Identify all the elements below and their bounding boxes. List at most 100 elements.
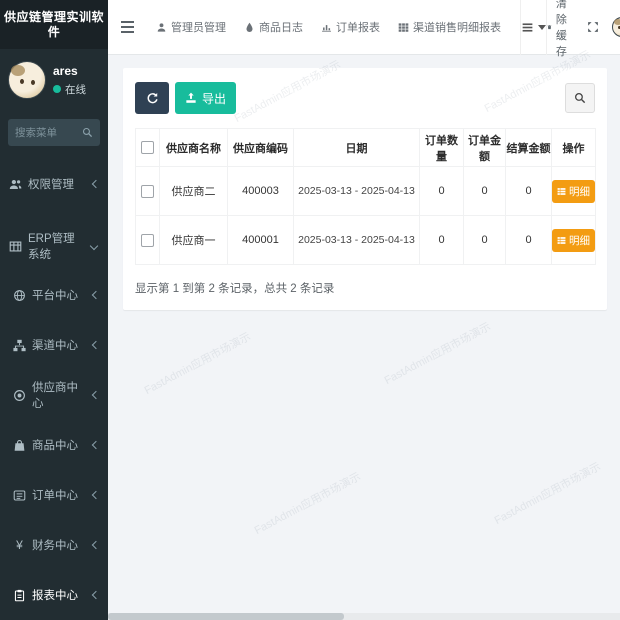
export-label: 导出 xyxy=(202,90,226,107)
sidebar-item-order-center[interactable]: 订单中心 xyxy=(0,470,108,520)
sidebar-item-label: 权限管理 xyxy=(28,176,74,192)
main-area: 管理员管理 商品日志 订单报表 渠道销售明细报表 xyxy=(108,0,620,620)
export-button[interactable]: 导出 xyxy=(175,82,236,114)
cell-supplier-code: 400003 xyxy=(228,167,294,216)
cell-order-amount: 0 xyxy=(464,167,506,216)
select-all-checkbox[interactable] xyxy=(141,141,154,154)
tab-label: 渠道销售明细报表 xyxy=(413,19,501,35)
sidebar-item-label: ERP管理系统 xyxy=(28,230,85,262)
tab-goods-log[interactable]: 商品日志 xyxy=(235,0,312,55)
nav-tabs: 管理员管理 商品日志 订单报表 渠道销售明细报表 xyxy=(147,0,510,55)
users-icon xyxy=(9,178,22,191)
cell-date: 2025-03-13 - 2025-04-13 xyxy=(294,216,420,265)
bar-chart-icon xyxy=(321,22,332,33)
user-status-label: 在线 xyxy=(65,82,86,97)
cell-supplier-name: 供应商一 xyxy=(160,216,228,265)
record-count-summary: 显示第 1 到第 2 条记录，总共 2 条记录 xyxy=(135,280,595,296)
cell-order-amount: 0 xyxy=(464,216,506,265)
table-icon xyxy=(9,240,22,253)
tint-icon xyxy=(244,22,255,33)
sidebar-item-platform-center[interactable]: 平台中心 xyxy=(0,270,108,320)
content-area: FastAdmin应用市场演示 FastAdmin应用市场演示 FastAdmi… xyxy=(108,55,620,620)
sidebar-search-input[interactable] xyxy=(15,127,78,139)
chevron-left-icon xyxy=(92,291,100,299)
topnav-avatar xyxy=(612,17,620,37)
clear-cache-button[interactable]: 清除缓存 xyxy=(547,0,574,59)
chevron-left-icon xyxy=(92,541,100,549)
tab-channel-sales-detail-report[interactable]: 渠道销售明细报表 xyxy=(389,0,510,55)
fullscreen-button[interactable] xyxy=(587,21,599,33)
sidebar-item-label: 报表中心 xyxy=(32,587,78,603)
top-navbar: 管理员管理 商品日志 订单报表 渠道销售明细报表 xyxy=(108,0,620,55)
sidebar-item-permissions[interactable]: 权限管理 xyxy=(0,160,108,208)
trash-icon xyxy=(547,21,552,33)
cell-order-qty: 0 xyxy=(420,167,464,216)
table-row: 供应商一 400001 2025-03-13 - 2025-04-13 0 0 … xyxy=(136,216,596,265)
sidebar-item-report-center[interactable]: 报表中心 xyxy=(0,570,108,620)
table-header-row: 供应商名称 供应商编码 日期 订单数量 订单金额 结算金额 操作 xyxy=(136,129,596,167)
tab-order-report[interactable]: 订单报表 xyxy=(312,0,389,55)
sidebar-item-finance-center[interactable]: ¥ 财务中心 xyxy=(0,520,108,570)
sitemap-icon xyxy=(13,339,26,352)
header-checkbox-cell xyxy=(136,129,160,167)
tab-label: 商品日志 xyxy=(259,19,303,35)
shopping-bag-icon xyxy=(13,439,26,452)
sidebar-item-supplier-center[interactable]: 供应商中心 xyxy=(0,370,108,420)
chevron-left-icon xyxy=(92,341,100,349)
col-actions: 操作 xyxy=(552,129,596,167)
detail-button[interactable]: 明细 xyxy=(552,229,595,252)
cell-supplier-name: 供应商二 xyxy=(160,167,228,216)
tab-label: 管理员管理 xyxy=(171,19,226,35)
watermark: FastAdmin应用市场演示 xyxy=(381,318,493,388)
sidebar-item-label: 供应商中心 xyxy=(32,379,87,411)
refresh-button[interactable] xyxy=(135,82,169,114)
search-icon xyxy=(82,127,93,138)
cell-date: 2025-03-13 - 2025-04-13 xyxy=(294,167,420,216)
list-alt-icon xyxy=(13,489,26,502)
detail-button-label: 明细 xyxy=(569,233,590,248)
topnav-actions: 清除缓存 ares xyxy=(547,0,620,59)
list-icon xyxy=(521,21,534,34)
clear-cache-label: 清除缓存 xyxy=(556,0,574,59)
user-icon xyxy=(156,22,167,33)
app-window: 供应链管理实训软件 ares 在线 权限管 xyxy=(0,0,620,620)
row-checkbox[interactable] xyxy=(141,234,154,247)
search-icon xyxy=(574,92,586,104)
upload-icon xyxy=(185,92,197,104)
sidebar-item-label: 财务中心 xyxy=(32,537,78,553)
horizontal-scrollbar[interactable] xyxy=(108,613,620,620)
user-status: 在线 xyxy=(53,82,86,97)
scrollbar-thumb[interactable] xyxy=(108,613,344,620)
chevron-left-icon xyxy=(92,391,100,399)
cell-actions: 明细 xyxy=(552,216,596,265)
cell-supplier-code: 400001 xyxy=(228,216,294,265)
detail-button-label: 明细 xyxy=(569,184,590,199)
search-toggle-button[interactable] xyxy=(565,83,595,113)
th-list-icon xyxy=(557,236,566,245)
refresh-icon xyxy=(146,92,159,105)
col-supplier-name: 供应商名称 xyxy=(160,129,228,167)
online-dot-icon xyxy=(53,85,61,93)
sidebar-item-label: 渠道中心 xyxy=(32,337,78,353)
detail-button[interactable]: 明细 xyxy=(552,180,595,203)
sidebar-item-label: 平台中心 xyxy=(32,287,78,303)
yen-icon: ¥ xyxy=(13,538,26,552)
sidebar-item-channel-center[interactable]: 渠道中心 xyxy=(0,320,108,370)
grid-icon xyxy=(398,22,409,33)
col-order-amount: 订单金额 xyxy=(464,129,506,167)
sidebar-item-erp-system[interactable]: ERP管理系统 xyxy=(0,222,108,270)
tab-list-dropdown-button[interactable] xyxy=(520,0,547,55)
user-panel: ares 在线 xyxy=(0,49,108,109)
sidebar-menu: 权限管理 ERP管理系统 平台中心 xyxy=(0,160,108,620)
user-name: ares xyxy=(53,64,86,78)
row-checkbox[interactable] xyxy=(141,185,154,198)
watermark: FastAdmin应用市场演示 xyxy=(491,458,603,528)
sidebar-toggle-icon[interactable] xyxy=(108,0,147,55)
user-avatar xyxy=(8,61,46,99)
sidebar-item-goods-center[interactable]: 商品中心 xyxy=(0,420,108,470)
sidebar: 供应链管理实训软件 ares 在线 权限管 xyxy=(0,0,108,620)
tab-admin-management[interactable]: 管理员管理 xyxy=(147,0,235,55)
chevron-down-icon xyxy=(90,242,98,250)
target-circle-icon xyxy=(13,389,26,402)
topnav-user-menu[interactable]: ares xyxy=(612,17,620,37)
